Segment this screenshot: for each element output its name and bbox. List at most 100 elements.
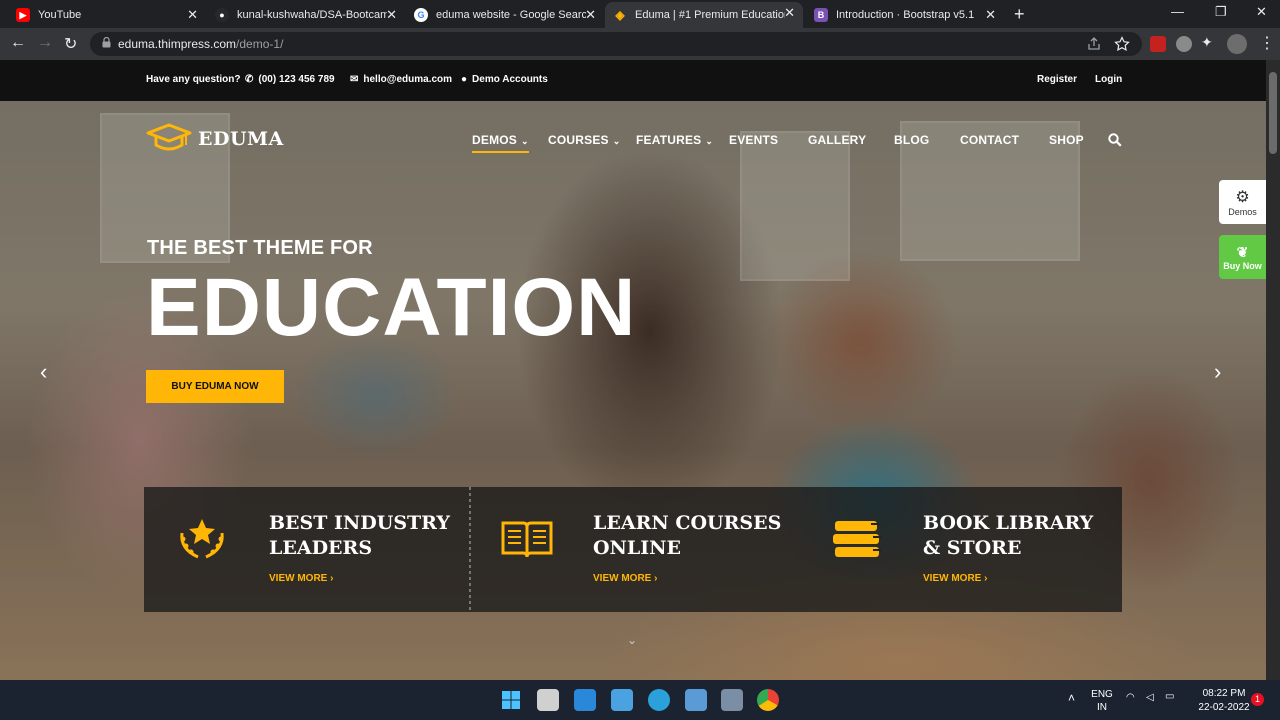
vscode-icon[interactable]: [574, 689, 596, 711]
nav-events[interactable]: EVENTS: [729, 133, 778, 147]
volume-icon[interactable]: ◁: [1146, 692, 1154, 703]
close-tab-icon[interactable]: ✕: [784, 5, 795, 21]
nav-contact[interactable]: CONTACT: [960, 133, 1019, 147]
close-tab-icon[interactable]: ✕: [985, 7, 996, 23]
view-more-link[interactable]: VIEW MORE ›: [923, 573, 987, 584]
feature-item: LEARN COURSES ONLINE VIEW MORE ›: [499, 487, 789, 612]
slider-prev-arrow-icon[interactable]: ‹: [40, 359, 47, 385]
laurel-star-icon: [180, 519, 224, 559]
bookmark-star-icon[interactable]: [1114, 36, 1130, 52]
buy-eduma-button[interactable]: BUY EDUMA NOW: [146, 370, 284, 403]
lock-icon: [102, 37, 111, 48]
chevron-down-icon: ⌄: [612, 136, 621, 146]
tab-youtube[interactable]: ▶ YouTube ✕: [8, 4, 206, 26]
bootstrap-icon: B: [814, 8, 828, 22]
open-book-icon: [501, 521, 553, 558]
feature-title: LEARN COURSES ONLINE: [593, 512, 782, 559]
share-icon[interactable]: [1086, 36, 1102, 52]
telegram-icon[interactable]: [648, 689, 670, 711]
user-icon: ●: [461, 74, 468, 85]
forward-arrow-icon[interactable]: →: [37, 34, 53, 52]
new-tab-button[interactable]: +: [1014, 4, 1025, 25]
login-link[interactable]: Login: [1095, 74, 1122, 85]
windows-taskbar: ˄ ENG IN ◠ ◁ ▭ 08:22 PM 22-02-2022 1: [0, 680, 1280, 720]
wifi-icon[interactable]: ◠: [1126, 692, 1135, 703]
view-more-link[interactable]: VIEW MORE ›: [593, 573, 657, 584]
leaf-icon: ❦: [1236, 243, 1249, 260]
calculator-icon[interactable]: [721, 689, 743, 711]
notepad-icon[interactable]: [685, 689, 707, 711]
close-tab-icon[interactable]: ✕: [585, 7, 596, 23]
address-bar[interactable]: eduma.thimpress.com/demo-1/: [90, 32, 1142, 56]
slider-next-arrow-icon[interactable]: ›: [1214, 359, 1221, 385]
close-tab-icon[interactable]: ✕: [187, 7, 198, 23]
tab-google-search[interactable]: G eduma website - Google Search ✕: [406, 4, 604, 26]
close-window-button[interactable]: ✕: [1256, 4, 1267, 20]
google-icon: G: [414, 8, 428, 22]
browser-tab-bar: ▶ YouTube ✕ ● kunal-kushwaha/DSA-Bootcam…: [0, 0, 1280, 28]
demo-accounts-link[interactable]: ● Demo Accounts: [461, 74, 548, 85]
envelope-icon: ✉: [350, 74, 359, 85]
tab-github[interactable]: ● kunal-kushwaha/DSA-Bootcamp ✕: [207, 4, 405, 26]
scroll-down-chevron-icon[interactable]: ⌄: [627, 633, 637, 647]
demos-side-button[interactable]: ⚙ Demos: [1219, 180, 1266, 224]
nav-gallery[interactable]: GALLERY: [808, 133, 866, 147]
chevron-down-icon: ⌄: [521, 136, 529, 146]
chevron-up-icon[interactable]: ˄: [1068, 691, 1075, 705]
nav-shop[interactable]: SHOP: [1049, 133, 1084, 147]
scrollbar-thumb[interactable]: [1269, 72, 1277, 154]
monitor-app-icon[interactable]: [611, 689, 633, 711]
divider: [469, 487, 471, 612]
language-indicator[interactable]: ENG IN: [1090, 688, 1114, 714]
battery-icon[interactable]: ▭: [1165, 691, 1174, 702]
main-navigation: DEMOS ⌄ COURSES ⌄ FEATURES ⌄ EVENTS GALLERY…: [0, 133, 1266, 153]
feature-item: BEST INDUSTRY LEADERS VIEW MORE ›: [174, 487, 464, 612]
features-panel: BEST INDUSTRY LEADERS VIEW MORE › LEARN C…: [144, 487, 1122, 612]
browser-toolbar: ← → ↻ eduma.thimpress.com/demo-1/ ✦ ⋮: [0, 28, 1280, 60]
kebab-menu-icon[interactable]: ⋮: [1259, 33, 1275, 53]
nav-features[interactable]: FEATURES ⌄: [636, 133, 713, 147]
minimize-window-button[interactable]: —: [1171, 4, 1184, 19]
search-icon[interactable]: [1108, 133, 1122, 147]
close-tab-icon[interactable]: ✕: [386, 7, 397, 23]
tab-eduma[interactable]: ◈ Eduma | #1 Premium Education \ ✕: [605, 2, 803, 28]
maximize-window-button[interactable]: ❐: [1215, 4, 1227, 20]
register-link[interactable]: Register: [1037, 74, 1077, 85]
notification-icon[interactable]: 1: [1251, 693, 1264, 706]
nav-demos[interactable]: DEMOS ⌄: [472, 133, 529, 153]
profile-avatar[interactable]: [1227, 34, 1247, 54]
tab-bootstrap[interactable]: B Introduction · Bootstrap v5.1 ✕: [806, 4, 1004, 26]
hero-tagline: THE BEST THEME FOR: [147, 237, 373, 259]
email-link[interactable]: ✉ hello@eduma.com: [350, 74, 452, 85]
top-info-bar: Have any question? ✆ (00) 123 456 789 ✉ he…: [0, 60, 1266, 101]
ublock-extension-icon[interactable]: [1150, 36, 1166, 52]
phone-icon: ✆: [245, 74, 254, 85]
hero-headline: EDUCATION: [146, 262, 637, 353]
nav-blog[interactable]: BLOG: [894, 133, 929, 147]
github-icon: ●: [215, 8, 229, 22]
youtube-icon: ▶: [16, 8, 30, 22]
feature-item: BOOK LIBRARY & STORE VIEW MORE ›: [829, 487, 1119, 612]
eduma-icon: ◈: [615, 8, 625, 22]
phone-link[interactable]: ✆ (00) 123 456 789: [245, 74, 335, 85]
reload-icon[interactable]: ↻: [64, 34, 77, 54]
url-text: eduma.thimpress.com/demo-1/: [118, 37, 284, 51]
chrome-icon[interactable]: [757, 689, 779, 711]
background-window: [740, 131, 850, 281]
view-more-link[interactable]: VIEW MORE ›: [269, 573, 333, 584]
feature-title: BOOK LIBRARY & STORE: [923, 512, 1094, 559]
extension-icon[interactable]: [1176, 36, 1192, 52]
buy-now-side-button[interactable]: ❦ Buy Now: [1219, 235, 1266, 279]
question-text: Have any question?: [146, 74, 241, 85]
task-view-icon[interactable]: [537, 689, 559, 711]
puzzle-extensions-icon[interactable]: ✦: [1201, 34, 1217, 50]
nav-courses[interactable]: COURSES ⌄: [548, 133, 621, 147]
chevron-down-icon: ⌄: [705, 136, 714, 146]
windows-start-icon[interactable]: [500, 689, 522, 711]
gear-icon: ⚙: [1235, 189, 1250, 206]
back-arrow-icon[interactable]: ←: [10, 34, 26, 52]
page-scrollbar[interactable]: [1266, 60, 1280, 680]
web-page: Have any question? ✆ (00) 123 456 789 ✉ he…: [0, 60, 1266, 680]
hero-section: EDUMA DEMOS ⌄ COURSES ⌄ FEATURES ⌄ EVENTS G…: [0, 101, 1266, 680]
clock[interactable]: 08:22 PM 22-02-2022: [1196, 687, 1252, 715]
